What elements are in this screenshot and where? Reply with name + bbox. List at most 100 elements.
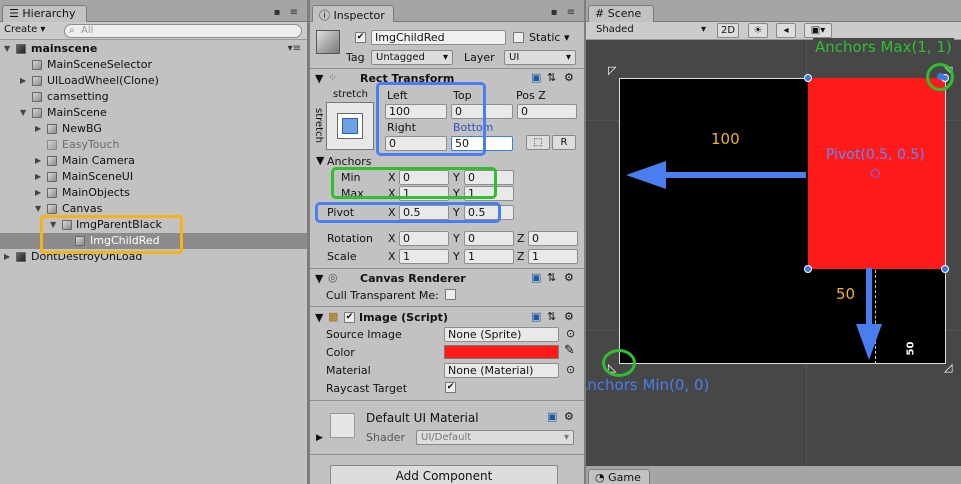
shader-dropdown[interactable]: UI/Default ▾ — [416, 430, 574, 445]
source-image-field[interactable]: None (Sprite) — [444, 327, 559, 342]
blueprint-mode-button[interactable]: ⬚ — [526, 135, 550, 150]
info-icon: ⓘ — [319, 9, 330, 22]
eyedropper-icon[interactable]: ✎ — [564, 343, 575, 358]
color-swatch[interactable] — [444, 345, 559, 359]
object-picker-icon[interactable]: ⊙ — [566, 363, 575, 376]
gameobject-icon — [47, 188, 57, 198]
foldout-arrow-icon[interactable]: ▼ — [315, 272, 323, 285]
unity-scene-icon — [16, 44, 26, 54]
hierarchy-item-mainscene[interactable]: ▼ mainscene ▾≡ — [0, 41, 307, 57]
shading-mode-dropdown[interactable]: Shaded ▾ — [588, 23, 710, 38]
rect-handle[interactable] — [804, 74, 812, 82]
presets-icon[interactable]: ⇅ — [547, 71, 556, 84]
hierarchy-item[interactable]: ▶ MainSceneUI — [0, 169, 307, 185]
help-book-icon[interactable]: ▣ — [547, 410, 557, 423]
scene-menu-icon[interactable]: ▾≡ — [288, 41, 301, 57]
add-component-button[interactable]: Add Component — [330, 465, 558, 484]
gear-icon[interactable]: ⚙ — [564, 71, 574, 84]
tab-inspector[interactable]: ⓘ Inspector — [312, 5, 394, 22]
material-preview-icon — [330, 413, 355, 438]
gear-icon[interactable]: ⚙ — [564, 410, 574, 423]
collapse-arrow-icon[interactable]: ▶ — [4, 249, 10, 265]
toggle-2d-button[interactable]: 2D — [717, 23, 739, 38]
help-book-icon[interactable]: ▣ — [531, 310, 541, 323]
raw-edit-button[interactable]: R — [552, 135, 576, 150]
image-enabled-checkbox[interactable]: ✔ — [344, 312, 355, 323]
tab-hierarchy[interactable]: ☰ Hierarchy — [2, 5, 87, 22]
hierarchy-search-input[interactable]: ⌕ All — [64, 24, 302, 38]
image-header[interactable]: ▼ ▩ ✔ Image (Script) ▣ ⇅ ⚙ — [310, 309, 584, 327]
create-dropdown[interactable]: Create ▾ — [4, 24, 45, 35]
active-checkbox[interactable]: ✔ — [355, 32, 366, 43]
collapse-arrow-icon[interactable]: ▶ — [35, 185, 41, 201]
object-name-field[interactable]: ImgChildRed — [371, 30, 506, 45]
tab-game[interactable]: ◔ Game — [588, 469, 650, 484]
hierarchy-item[interactable]: ▶ UILoadWheel(Clone) — [0, 73, 307, 89]
anchors-min-annotation: Anchors Min(0, 0) — [586, 376, 710, 394]
static-dropdown[interactable]: Static ▾ — [529, 31, 569, 44]
hierarchy-item[interactable]: ▶ Main Camera — [0, 153, 307, 169]
presets-icon[interactable]: ⇅ — [547, 310, 556, 323]
audio-toggle-icon[interactable]: ◂ — [776, 23, 796, 38]
collapse-arrow-icon[interactable]: ▶ — [35, 169, 41, 185]
highlight-box-anchors — [331, 167, 497, 199]
material-field[interactable]: None (Material) — [444, 363, 559, 378]
expand-arrow-icon[interactable]: ▼ — [4, 41, 10, 57]
tag-dropdown[interactable]: Untagged ▾ — [371, 50, 453, 65]
anchor-triangle-icon[interactable]: ◸ — [608, 64, 616, 77]
gameobject-icon — [32, 60, 42, 70]
expand-arrow-icon[interactable]: ▼ — [35, 201, 41, 217]
pivot-circle-icon[interactable] — [871, 169, 880, 178]
hierarchy-tabbar: ☰ Hierarchy ▪ ≡ — [0, 0, 307, 22]
scale-z-field[interactable]: 1 — [528, 249, 578, 264]
hierarchy-item[interactable]: ▼ MainScene — [0, 105, 307, 121]
scale-x-field[interactable]: 1 — [399, 249, 449, 264]
hierarchy-item[interactable]: ▶ NewBG — [0, 121, 307, 137]
gear-icon[interactable]: ⚙ — [564, 271, 574, 284]
foldout-arrow-icon[interactable]: ▶ — [316, 433, 323, 443]
canvas-renderer-header[interactable]: ▼ ◎ Canvas Renderer ▣ ⇅ ⚙ — [310, 270, 584, 288]
expand-arrow-icon[interactable]: ▼ — [20, 105, 26, 121]
hierarchy-item[interactable]: EasyTouch — [0, 137, 307, 153]
inspector-tabbar: ⓘ Inspector ▪ ≡ — [310, 0, 584, 22]
rect-handle[interactable] — [804, 265, 812, 273]
tab-menu-icon[interactable]: ▪ ≡ — [551, 7, 578, 18]
posz-label: Pos Z — [516, 89, 546, 102]
posz-field[interactable]: 0 — [517, 104, 577, 119]
lighting-toggle-icon[interactable]: ☀ — [748, 23, 768, 38]
presets-icon[interactable]: ⇅ — [547, 271, 556, 284]
rotation-z-field[interactable]: 0 — [528, 231, 578, 246]
hierarchy-item[interactable]: camsetting — [0, 89, 307, 105]
rect-handle[interactable] — [941, 265, 949, 273]
tab-scene[interactable]: # Scene — [588, 5, 654, 22]
effects-dropdown-icon[interactable]: ▣▾ — [804, 23, 832, 38]
help-book-icon[interactable]: ▣ — [531, 271, 541, 284]
z-label: Z — [517, 232, 525, 245]
object-picker-icon[interactable]: ⊙ — [566, 327, 575, 340]
scale-y-field[interactable]: 1 — [464, 249, 514, 264]
inspector-panel: ⓘ Inspector ▪ ≡ ✔ ImgChildRed Static ▾ T… — [310, 0, 584, 484]
anchor-triangle-icon[interactable]: ◿ — [944, 361, 952, 374]
highlight-circle-anchors-min — [602, 349, 636, 377]
hierarchy-item[interactable]: ▶ MainObjects — [0, 185, 307, 201]
foldout-arrow-icon[interactable]: ▼ — [315, 311, 323, 324]
divider — [310, 400, 584, 401]
rotation-y-field[interactable]: 0 — [464, 231, 514, 246]
gear-icon[interactable]: ⚙ — [564, 310, 574, 323]
layer-dropdown[interactable]: UI ▾ — [504, 50, 576, 65]
collapse-arrow-icon[interactable]: ▶ — [35, 153, 41, 169]
pacman-icon: ◔ — [595, 471, 605, 484]
cull-transparent-checkbox[interactable] — [445, 289, 456, 300]
tab-menu-icon[interactable]: ▪ ≡ — [274, 7, 301, 18]
collapse-arrow-icon[interactable]: ▶ — [35, 121, 41, 137]
help-book-icon[interactable]: ▣ — [531, 71, 541, 84]
raycast-target-checkbox[interactable]: ✔ — [445, 382, 456, 393]
hierarchy-item[interactable]: MainSceneSelector — [0, 57, 307, 73]
shader-value: UI/Default — [421, 432, 472, 443]
foldout-arrow-icon[interactable]: ▼ — [315, 72, 323, 85]
static-checkbox[interactable] — [513, 32, 524, 43]
anchors-foldout-icon[interactable]: ▼ — [316, 154, 324, 167]
collapse-arrow-icon[interactable]: ▶ — [20, 73, 26, 89]
rotation-x-field[interactable]: 0 — [399, 231, 449, 246]
anchor-presets-button[interactable] — [326, 102, 374, 150]
